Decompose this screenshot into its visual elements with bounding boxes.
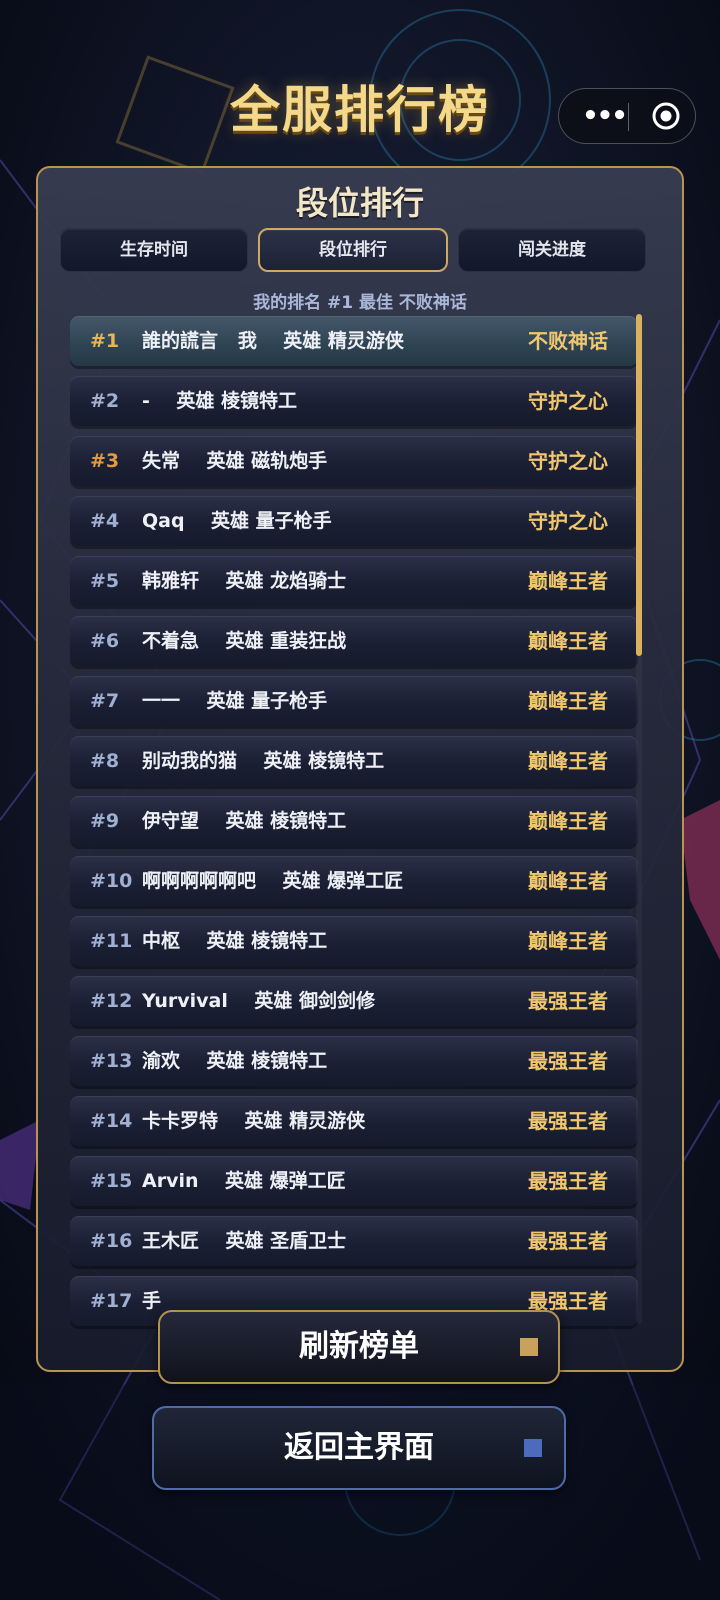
row-tier: 巅峰王者 — [528, 689, 608, 713]
row-rank: #1 — [90, 330, 120, 352]
row-tier: 巅峰王者 — [528, 629, 608, 653]
capsule-divider — [628, 103, 629, 131]
panel-title: 段位排行 — [295, 184, 424, 222]
row-player-hero: Yurvival 英雄 御剑剑修 — [142, 990, 375, 1012]
leaderboard-row[interactable]: #7 一一 英雄 量子枪手 巅峰王者 — [70, 676, 638, 726]
row-rank: #11 — [90, 930, 133, 952]
row-rank: #12 — [90, 990, 133, 1012]
row-rank: #13 — [90, 1050, 133, 1072]
row-player-hero: 啊啊啊啊啊吧 英雄 爆弹工匠 — [142, 870, 404, 892]
leaderboard-row[interactable]: #13 渝欢 英雄 棱镜特工 最强王者 — [70, 1036, 638, 1086]
row-tier: 守护之心 — [528, 509, 608, 533]
target-circle-icon[interactable] — [651, 101, 681, 131]
row-rank: #7 — [90, 690, 120, 712]
row-player-hero: Arvin 英雄 爆弹工匠 — [142, 1170, 346, 1192]
leaderboard-row[interactable]: #14 卡卡罗特 英雄 精灵游侠 最强王者 — [70, 1096, 638, 1146]
row-rank: #4 — [90, 510, 120, 532]
row-player-hero: 不着急 英雄 重装狂战 — [142, 630, 347, 652]
leaderboard-row[interactable]: #11 中枢 英雄 棱镜特工 巅峰王者 — [70, 916, 638, 966]
row-player-hero: 誰的謊言 我 英雄 精灵游侠 — [142, 330, 404, 352]
row-rank: #8 — [90, 750, 120, 772]
row-player-hero: 卡卡罗特 英雄 精灵游侠 — [142, 1110, 366, 1132]
row-rank: #9 — [90, 810, 120, 832]
leaderboard-row[interactable]: #4 Qaq 英雄 量子枪手 守护之心 — [70, 496, 638, 546]
gold-square-icon — [520, 1338, 538, 1356]
row-tier: 最强王者 — [528, 1229, 608, 1253]
back-to-main-button[interactable]: 返回主界面 — [152, 1406, 566, 1490]
row-tier: 巅峰王者 — [528, 749, 608, 773]
scrollbar-thumb[interactable] — [636, 314, 642, 656]
back-button-label: 返回主界面 — [284, 1430, 434, 1465]
row-rank: #6 — [90, 630, 120, 652]
row-rank: #14 — [90, 1110, 133, 1132]
row-tier: 最强王者 — [528, 1109, 608, 1133]
row-player-hero: 一一 英雄 量子枪手 — [142, 690, 328, 712]
row-rank: #15 — [90, 1170, 133, 1192]
row-tier: 巅峰王者 — [528, 569, 608, 593]
row-tier: 守护之心 — [528, 449, 608, 473]
row-tier: 不败神话 — [528, 329, 608, 353]
miniprogram-capsule: ••• — [558, 88, 696, 144]
row-tier: 守护之心 — [528, 389, 608, 413]
leaderboard-row[interactable]: #1 誰的謊言 我 英雄 精灵游侠 不败神话 — [70, 316, 638, 366]
row-player-hero: 韩雅轩 英雄 龙焰骑士 — [142, 570, 347, 592]
leaderboard-row[interactable]: #10 啊啊啊啊啊吧 英雄 爆弹工匠 巅峰王者 — [70, 856, 638, 906]
row-rank: #3 — [90, 450, 120, 472]
row-tier: 巅峰王者 — [528, 929, 608, 953]
row-player-hero: 渝欢 英雄 棱镜特工 — [142, 1050, 328, 1072]
row-rank: #16 — [90, 1230, 133, 1252]
leaderboard-row[interactable]: #9 伊守望 英雄 棱镜特工 巅峰王者 — [70, 796, 638, 846]
row-player-hero: Qaq 英雄 量子枪手 — [142, 510, 332, 532]
row-player-hero: 别动我的猫 英雄 棱镜特工 — [142, 750, 385, 772]
row-tier: 最强王者 — [528, 1169, 608, 1193]
blue-square-icon — [524, 1439, 542, 1457]
row-rank: #2 — [90, 390, 120, 412]
leaderboard-row[interactable]: #16 王木匠 英雄 圣盾卫士 最强王者 — [70, 1216, 638, 1266]
row-tier: 最强王者 — [528, 1049, 608, 1073]
leaderboard-row[interactable]: #5 韩雅轩 英雄 龙焰骑士 巅峰王者 — [70, 556, 638, 606]
tab-survival-time[interactable]: 生存时间 — [60, 228, 248, 272]
row-player-hero: 伊守望 英雄 棱镜特工 — [142, 810, 347, 832]
row-tier: 巅峰王者 — [528, 869, 608, 893]
row-player-hero: 失常 英雄 磁轨炮手 — [142, 450, 328, 472]
leaderboard-row[interactable]: #8 别动我的猫 英雄 棱镜特工 巅峰王者 — [70, 736, 638, 786]
tab-rank-tier[interactable]: 段位排行 — [258, 228, 448, 272]
leaderboard-row[interactable]: #15 Arvin 英雄 爆弹工匠 最强王者 — [70, 1156, 638, 1206]
my-rank-summary: 我的排名 #1 最佳 不败神话 — [253, 293, 467, 313]
refresh-button-label: 刷新榜单 — [299, 1329, 419, 1364]
row-player-hero: - 英雄 棱镜特工 — [142, 390, 297, 412]
more-dots-icon[interactable]: ••• — [579, 97, 629, 135]
leaderboard-row[interactable]: #12 Yurvival 英雄 御剑剑修 最强王者 — [70, 976, 638, 1026]
leaderboard-row[interactable]: #6 不着急 英雄 重装狂战 巅峰王者 — [70, 616, 638, 666]
leaderboard-row[interactable]: #2 - 英雄 棱镜特工 守护之心 — [70, 376, 638, 426]
row-rank: #5 — [90, 570, 120, 592]
row-tier: 最强王者 — [528, 989, 608, 1013]
row-tier: 巅峰王者 — [528, 809, 608, 833]
row-rank: #17 — [90, 1290, 133, 1312]
row-player-hero: 王木匠 英雄 圣盾卫士 — [142, 1230, 347, 1252]
refresh-leaderboard-button[interactable]: 刷新榜单 — [158, 1310, 560, 1384]
leaderboard-list[interactable]: #1 誰的謊言 我 英雄 精灵游侠 不败神话 #2- 英雄 棱镜特工 守护之心 #3 失常 … — [64, 316, 650, 1352]
row-rank: #10 — [90, 870, 133, 892]
leaderboard-row[interactable]: #3 失常 英雄 磁轨炮手 守护之心 — [70, 436, 638, 486]
row-player-hero: 中枢 英雄 棱镜特工 — [142, 930, 328, 952]
tab-stage-progress[interactable]: 闯关进度 — [458, 228, 646, 272]
